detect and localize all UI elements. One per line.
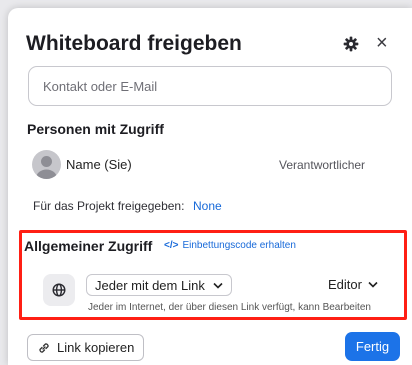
person-role: Verantwortlicher xyxy=(279,158,366,172)
project-shared-label: Für das Projekt freigegeben: xyxy=(33,199,185,213)
globe-icon-container xyxy=(43,274,75,306)
role-value: Editor xyxy=(328,277,362,292)
globe-icon xyxy=(52,283,66,297)
close-icon[interactable]: × xyxy=(376,33,388,53)
code-icon: </> xyxy=(164,240,179,251)
gear-icon[interactable] xyxy=(343,36,359,52)
avatar xyxy=(32,150,61,179)
role-dropdown[interactable]: Editor xyxy=(328,277,378,292)
done-button[interactable]: Fertig xyxy=(345,332,400,361)
share-dialog: Whiteboard freigeben × Personen mit Zugr… xyxy=(8,8,412,365)
user-icon xyxy=(36,156,57,179)
copy-link-button[interactable]: Link kopieren xyxy=(27,334,145,361)
general-access-heading: Allgemeiner Zugriff xyxy=(24,238,153,254)
embed-code-label: Einbettungscode erhalten xyxy=(182,240,296,251)
people-with-access-heading: Personen mit Zugriff xyxy=(27,121,164,137)
link-icon xyxy=(39,342,49,353)
embed-code-link[interactable]: </> Einbettungscode erhalten xyxy=(164,240,296,251)
person-name: Name (Sie) xyxy=(66,157,132,172)
general-access-dropdown[interactable]: Jeder mit dem Link xyxy=(86,274,232,296)
project-value-link[interactable]: None xyxy=(193,199,222,213)
copy-link-label: Link kopieren xyxy=(57,340,135,355)
chevron-down-icon xyxy=(368,281,378,288)
contact-email-input[interactable] xyxy=(28,66,392,106)
chevron-down-icon xyxy=(213,282,223,289)
general-access-value: Jeder mit dem Link xyxy=(95,277,205,293)
access-description: Jeder im Internet, der über diesen Link … xyxy=(88,302,371,313)
dialog-title: Whiteboard freigeben xyxy=(26,32,242,55)
